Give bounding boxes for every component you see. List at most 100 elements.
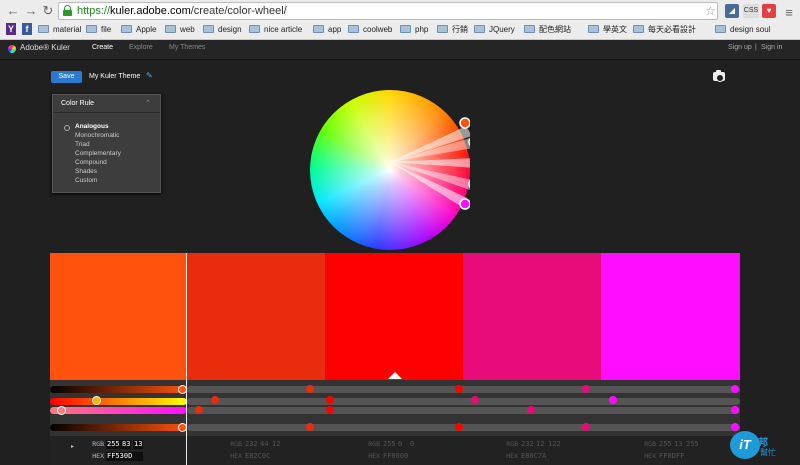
rgb-r-field[interactable]: 255 <box>658 440 673 449</box>
rgb-g-field[interactable]: 12 <box>535 440 545 449</box>
back-arrow-icon[interactable]: ← <box>6 4 20 18</box>
color-rule-header[interactable]: Color Rule ⌃ <box>53 95 160 113</box>
bookmark-folder[interactable]: 配色網站 <box>524 23 571 37</box>
rgb-r-field[interactable]: 232 <box>244 440 259 449</box>
hex-field[interactable]: FF0DFF <box>658 452 685 461</box>
bookmark-folder[interactable]: Apple <box>121 23 156 37</box>
bookmark-folder[interactable]: design soul <box>715 23 770 37</box>
rgb-b-field[interactable]: 122 <box>547 440 562 449</box>
color-swatch-4[interactable] <box>463 253 601 380</box>
slider-track-saturation[interactable] <box>50 407 187 414</box>
slider-dot[interactable] <box>195 406 203 414</box>
address-bar[interactable]: https://kuler.adobe.com/create/color-whe… <box>58 2 718 20</box>
bookmark-folder[interactable]: 每天必看設計 <box>633 23 696 37</box>
slider-dot[interactable] <box>455 423 463 431</box>
rule-option-shades[interactable]: Shades <box>75 168 97 176</box>
slider-track-value[interactable] <box>50 424 187 431</box>
sign-in-link[interactable]: Sign in <box>761 44 782 51</box>
rgb-g-field[interactable]: 44 <box>259 440 269 449</box>
rule-option-monochromatic[interactable]: Monochromatic <box>75 132 119 140</box>
rule-option-custom[interactable]: Custom <box>75 177 97 185</box>
bookmark-folder[interactable]: 行銷 <box>437 23 468 37</box>
slider-knob[interactable] <box>92 396 101 405</box>
slider-dot[interactable] <box>731 406 739 414</box>
slider-track[interactable] <box>187 407 740 414</box>
rgb-g-field[interactable]: 83 <box>121 440 132 449</box>
slider-track[interactable] <box>187 398 740 405</box>
edit-pencil-icon[interactable]: ✎ <box>146 72 154 80</box>
menu-icon[interactable]: ≡ <box>782 6 796 20</box>
wheel-handle[interactable] <box>459 117 470 129</box>
rgb-b-field[interactable]: 13 <box>133 440 144 449</box>
color-swatch-5[interactable] <box>601 253 740 380</box>
bookmark-folder[interactable]: 學英文 <box>588 23 627 37</box>
nav-explore[interactable]: Explore <box>129 44 153 51</box>
expand-arrow-icon[interactable]: ▸ <box>71 443 74 450</box>
slider-dot[interactable] <box>306 423 314 431</box>
sign-up-link[interactable]: Sign up <box>728 44 752 51</box>
slider-track[interactable] <box>187 386 740 393</box>
rule-option-complementary[interactable]: Complementary <box>75 150 121 158</box>
nav-my-themes[interactable]: My Themes <box>169 44 205 51</box>
slider-dot[interactable] <box>527 406 535 414</box>
forward-arrow-icon[interactable]: → <box>24 4 38 18</box>
color-swatch-2[interactable] <box>187 253 325 380</box>
hex-field[interactable]: FF530D <box>106 452 143 461</box>
rgb-b-field[interactable]: 255 <box>685 440 700 449</box>
rule-option-compound[interactable]: Compound <box>75 159 107 167</box>
slider-track[interactable] <box>187 424 740 431</box>
slider-track-brightness[interactable] <box>50 386 187 393</box>
bookmark-folder[interactable]: JQuery <box>474 23 515 37</box>
hex-field[interactable]: E82C0C <box>244 452 271 461</box>
color-swatch-1[interactable] <box>50 253 187 380</box>
camera-icon[interactable] <box>713 70 725 82</box>
bookmark-folder[interactable]: material <box>38 23 81 37</box>
slider-dot[interactable] <box>211 396 219 404</box>
save-button[interactable]: Save <box>51 71 82 83</box>
rgb-g-field[interactable]: 13 <box>673 440 683 449</box>
hex-field[interactable]: E80C7A <box>520 452 547 461</box>
bookmark-folder[interactable]: file <box>86 23 111 37</box>
slider-dot[interactable] <box>455 385 463 393</box>
slider-dot[interactable] <box>306 385 314 393</box>
pocket-icon[interactable]: ♥ <box>762 4 776 18</box>
bookmark-folder[interactable]: design <box>203 23 242 37</box>
css-extension-button[interactable]: CSS <box>743 4 759 18</box>
rgb-r-field[interactable]: 255 <box>382 440 397 449</box>
slider-dot[interactable] <box>609 396 617 404</box>
lock-icon <box>63 5 72 16</box>
slider-dot[interactable] <box>731 385 739 393</box>
wheel-handle[interactable] <box>459 198 470 210</box>
bookmark-folder[interactable]: coolweb <box>348 23 392 37</box>
bookmark-folder[interactable]: web <box>165 23 195 37</box>
app-logo[interactable]: Adobe® Kuler <box>20 43 70 52</box>
bookmark-folder[interactable]: app <box>313 23 341 37</box>
slider-dot[interactable] <box>582 423 590 431</box>
radio-icon[interactable] <box>64 125 70 131</box>
slider-track-hue[interactable] <box>50 398 187 405</box>
slider-dot[interactable] <box>731 423 739 431</box>
rule-option-triad[interactable]: Triad <box>75 141 90 149</box>
bookmark-folder[interactable]: php <box>400 23 428 37</box>
nav-create[interactable]: Create <box>92 44 113 51</box>
slider-dot[interactable] <box>326 396 334 404</box>
collapse-chevron-icon[interactable]: ⌃ <box>145 99 151 107</box>
rgb-b-field[interactable]: 12 <box>271 440 281 449</box>
extension-icon[interactable]: ◢ <box>725 4 739 18</box>
wheel-handles[interactable] <box>310 90 470 250</box>
slider-knob[interactable] <box>57 406 66 415</box>
slider-dot[interactable] <box>326 406 334 414</box>
rgb-b-field[interactable]: 0 <box>409 440 415 449</box>
reload-icon[interactable]: ↻ <box>41 4 55 18</box>
color-swatch-3[interactable] <box>325 253 463 380</box>
bookmark-folder[interactable]: nice article <box>249 23 302 37</box>
slider-dot[interactable] <box>471 396 479 404</box>
rgb-r-field[interactable]: 255 <box>106 440 121 449</box>
rgb-g-field[interactable]: 0 <box>397 440 403 449</box>
bookmark-star-icon[interactable]: ☆ <box>705 4 716 18</box>
folder-icon <box>249 25 260 33</box>
hex-field[interactable]: FF0000 <box>382 452 409 461</box>
rule-option-analogous[interactable]: Analogous <box>75 123 109 131</box>
slider-dot[interactable] <box>582 385 590 393</box>
rgb-r-field[interactable]: 232 <box>520 440 535 449</box>
